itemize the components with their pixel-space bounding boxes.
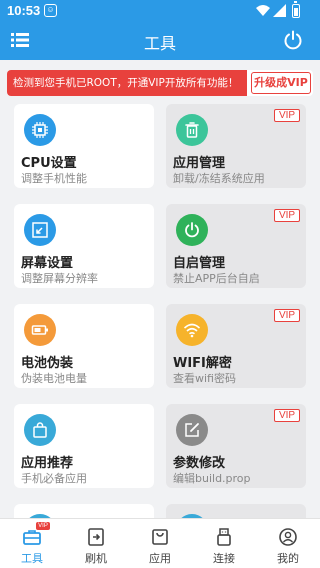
vip-badge: VIP bbox=[274, 309, 300, 322]
tool-card-cpu[interactable]: CPU设置 调整手机性能 bbox=[14, 104, 154, 188]
tab-label: 我的 bbox=[277, 552, 299, 565]
edit-icon bbox=[176, 414, 208, 446]
tool-card-autostart[interactable]: VIP 自启管理 禁止APP后台自启 bbox=[166, 204, 306, 288]
card-subtitle: 手机必备应用 bbox=[21, 472, 87, 485]
tool-card-screen[interactable]: 屏幕设置 调整屏幕分辨率 bbox=[14, 204, 154, 288]
power-icon[interactable] bbox=[283, 30, 303, 50]
tab-label: 应用 bbox=[149, 552, 171, 565]
usb-icon bbox=[217, 528, 231, 546]
power-toggle-icon bbox=[176, 214, 208, 246]
tool-card-app-manager[interactable]: VIP 应用管理 卸载/冻结系统应用 bbox=[166, 104, 306, 188]
tab-connect[interactable]: 连接 bbox=[192, 519, 256, 568]
user-icon bbox=[279, 528, 297, 546]
tab-label: 刷机 bbox=[85, 552, 107, 565]
card-subtitle: 卸载/冻结系统应用 bbox=[173, 172, 265, 185]
tab-profile[interactable]: 我的 bbox=[256, 519, 320, 568]
card-title: WIFI解密 bbox=[173, 356, 232, 371]
screen-resize-icon bbox=[24, 214, 56, 246]
card-subtitle: 查看wifi密码 bbox=[173, 372, 236, 385]
banner-message: 检测到您手机已ROOT，开通VIP开放所有功能！ bbox=[7, 70, 247, 96]
shopping-bag-icon bbox=[24, 414, 56, 446]
card-subtitle: 编辑build.prop bbox=[173, 472, 251, 485]
card-subtitle: 调整手机性能 bbox=[21, 172, 87, 185]
tab-apps[interactable]: 应用 bbox=[128, 519, 192, 568]
tool-card-wifi[interactable]: VIP WIFI解密 查看wifi密码 bbox=[166, 304, 306, 388]
tool-card-partial[interactable] bbox=[14, 504, 154, 518]
card-subtitle: 调整屏幕分辨率 bbox=[21, 272, 98, 285]
wifi-signal-icon bbox=[256, 5, 270, 16]
card-title: 应用管理 bbox=[173, 156, 226, 171]
card-title: 应用推荐 bbox=[21, 456, 74, 471]
battery-icon bbox=[24, 314, 56, 346]
tools-grid: CPU设置 调整手机性能 VIP 应用管理 卸载/冻结系统应用 屏幕设置 调整屏… bbox=[0, 102, 320, 518]
cpu-chip-icon bbox=[24, 114, 56, 146]
trash-icon bbox=[176, 114, 208, 146]
status-time: 10:53 bbox=[7, 3, 41, 18]
card-title: 屏幕设置 bbox=[21, 256, 74, 271]
tab-flash[interactable]: 刷机 bbox=[64, 519, 128, 568]
tab-label: 工具 bbox=[21, 552, 43, 565]
bag-icon bbox=[152, 529, 168, 545]
tool-card-partial[interactable] bbox=[166, 504, 306, 518]
status-bar: 10:53 ☺ bbox=[0, 0, 320, 22]
tool-card-battery[interactable]: 电池伪装 伪装电池电量 bbox=[14, 304, 154, 388]
wifi-icon bbox=[176, 314, 208, 346]
bottom-tab-bar: VIP 工具 刷机 应用 连接 我的 bbox=[0, 518, 320, 568]
app-bar: 工具 bbox=[0, 22, 320, 60]
card-title: 自启管理 bbox=[173, 256, 226, 271]
card-subtitle: 伪装电池电量 bbox=[21, 372, 87, 385]
toolbox-icon bbox=[23, 530, 41, 545]
battery-status-icon bbox=[292, 1, 300, 18]
card-title: 参数修改 bbox=[173, 456, 226, 471]
flash-icon bbox=[88, 528, 104, 546]
card-subtitle: 禁止APP后台自启 bbox=[173, 272, 260, 285]
tool-card-app-recommend[interactable]: 应用推荐 手机必备应用 bbox=[14, 404, 154, 488]
vip-badge: VIP bbox=[274, 409, 300, 422]
tab-label: 连接 bbox=[213, 552, 235, 565]
tab-tools[interactable]: VIP 工具 bbox=[0, 519, 64, 568]
vip-badge: VIP bbox=[274, 109, 300, 122]
upgrade-vip-button[interactable]: 升级成VIP bbox=[251, 72, 311, 94]
vip-badge: VIP bbox=[274, 209, 300, 222]
tab-vip-badge: VIP bbox=[36, 522, 50, 530]
root-vip-banner: 检测到您手机已ROOT，开通VIP开放所有功能！ 升级成VIP bbox=[7, 70, 313, 96]
card-title: CPU设置 bbox=[21, 156, 77, 171]
cell-signal-icon bbox=[273, 4, 286, 17]
notification-app-icon: ☺ bbox=[44, 4, 57, 17]
page-title: 工具 bbox=[143, 34, 176, 53]
card-title: 电池伪装 bbox=[21, 356, 74, 371]
tool-card-param-edit[interactable]: VIP 参数修改 编辑build.prop bbox=[166, 404, 306, 488]
